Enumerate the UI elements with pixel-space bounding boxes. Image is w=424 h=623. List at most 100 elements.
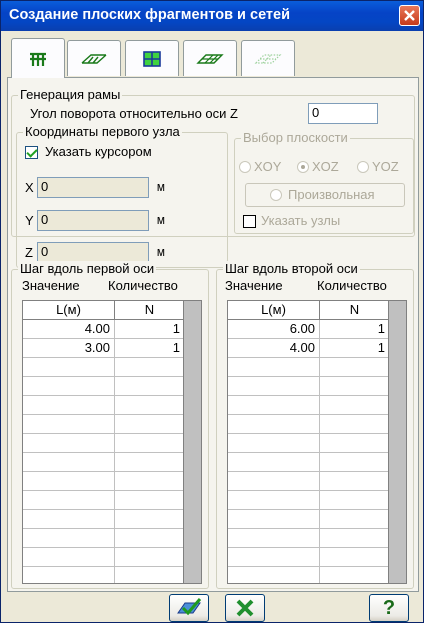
table-row[interactable]: 3.00 1 xyxy=(23,339,185,358)
arbitrary-radio[interactable] xyxy=(270,189,282,201)
axis2-cell-l[interactable] xyxy=(228,453,320,472)
table-row[interactable] xyxy=(228,396,390,415)
axis1-cell-l[interactable] xyxy=(23,472,115,491)
table-row[interactable] xyxy=(228,529,390,548)
table-row[interactable] xyxy=(228,434,390,453)
radio-xoz[interactable] xyxy=(297,161,309,173)
axis1-cell-l[interactable] xyxy=(23,434,115,453)
axis1-cell-l[interactable] xyxy=(23,453,115,472)
axis2-cell-l[interactable] xyxy=(228,396,320,415)
table-row[interactable] xyxy=(23,415,185,434)
axis2-cell-n[interactable] xyxy=(320,377,390,396)
table-row[interactable] xyxy=(23,453,185,472)
table-row[interactable] xyxy=(23,567,185,583)
axis1-cell-n[interactable] xyxy=(115,434,185,453)
axis2-cell-n[interactable] xyxy=(320,548,390,567)
axis2-cell-n[interactable] xyxy=(320,415,390,434)
tab-plate-mesh[interactable] xyxy=(183,40,237,76)
axis1-cell-l[interactable] xyxy=(23,548,115,567)
axis1-cell-l[interactable] xyxy=(23,396,115,415)
table-row[interactable] xyxy=(228,415,390,434)
axis2-cell-n[interactable]: 1 xyxy=(320,339,390,358)
axis2-cell-n[interactable] xyxy=(320,434,390,453)
axis1-cell-n[interactable] xyxy=(115,415,185,434)
axis2-scrollbar[interactable] xyxy=(388,301,406,583)
axis2-cell-n[interactable] xyxy=(320,453,390,472)
axis2-cell-n[interactable] xyxy=(320,510,390,529)
table-row[interactable] xyxy=(23,472,185,491)
axis2-col-n[interactable]: N xyxy=(320,301,390,320)
axis2-cell-l[interactable] xyxy=(228,358,320,377)
arbitrary-button[interactable]: Произвольная xyxy=(245,183,405,207)
cursor-checkbox[interactable] xyxy=(25,146,38,159)
table-row[interactable] xyxy=(23,434,185,453)
axis1-cell-n[interactable] xyxy=(115,491,185,510)
close-button[interactable] xyxy=(399,5,420,26)
axis1-cell-n[interactable]: 1 xyxy=(115,339,185,358)
axis2-cell-n[interactable] xyxy=(320,396,390,415)
axis2-cell-n[interactable] xyxy=(320,491,390,510)
axis1-cell-n[interactable] xyxy=(115,567,185,583)
axis1-cell-l[interactable] xyxy=(23,529,115,548)
axis1-cell-n[interactable] xyxy=(115,377,185,396)
table-row[interactable] xyxy=(23,377,185,396)
axis1-cell-l[interactable] xyxy=(23,567,115,583)
table-row[interactable] xyxy=(23,358,185,377)
axis1-cell-l[interactable] xyxy=(23,491,115,510)
x-field[interactable]: 0 xyxy=(37,177,149,198)
help-button[interactable]: ? xyxy=(369,594,409,622)
axis2-cell-l[interactable] xyxy=(228,377,320,396)
cancel-button[interactable] xyxy=(225,594,265,622)
axis1-cell-l[interactable] xyxy=(23,358,115,377)
apply-button[interactable] xyxy=(169,594,209,622)
radio-xoy[interactable] xyxy=(239,161,251,173)
axis2-col-l[interactable]: L(м) xyxy=(228,301,320,320)
tab-dotted-mesh[interactable] xyxy=(241,40,295,76)
axis1-grid[interactable]: L(м) N 4.00 1 3.00 1 xyxy=(22,300,202,584)
axis2-cell-l[interactable] xyxy=(228,415,320,434)
axis1-cell-l[interactable]: 3.00 xyxy=(23,339,115,358)
y-field[interactable]: 0 xyxy=(37,210,149,231)
axis2-cell-l[interactable] xyxy=(228,510,320,529)
table-row[interactable]: 6.00 1 xyxy=(228,320,390,339)
table-row[interactable] xyxy=(228,567,390,583)
table-row[interactable]: 4.00 1 xyxy=(228,339,390,358)
axis1-cell-n[interactable] xyxy=(115,548,185,567)
table-row[interactable] xyxy=(228,491,390,510)
axis2-cell-l[interactable] xyxy=(228,567,320,583)
axis2-cell-l[interactable]: 6.00 xyxy=(228,320,320,339)
z-field[interactable]: 0 xyxy=(37,242,149,263)
axis1-cell-l[interactable] xyxy=(23,377,115,396)
axis2-cell-n[interactable] xyxy=(320,529,390,548)
table-row[interactable] xyxy=(23,529,185,548)
table-row[interactable] xyxy=(228,472,390,491)
axis1-cell-n[interactable] xyxy=(115,472,185,491)
table-row[interactable]: 4.00 1 xyxy=(23,320,185,339)
table-row[interactable] xyxy=(23,396,185,415)
table-row[interactable] xyxy=(228,510,390,529)
tab-frame-grid[interactable] xyxy=(11,38,65,78)
axis1-cell-n[interactable] xyxy=(115,510,185,529)
axis2-cell-n[interactable]: 1 xyxy=(320,320,390,339)
tab-hatched-frame[interactable] xyxy=(67,40,121,76)
radio-yoz[interactable] xyxy=(357,161,369,173)
axis2-cell-l[interactable] xyxy=(228,472,320,491)
table-row[interactable] xyxy=(23,548,185,567)
title-bar[interactable]: Создание плоских фрагментов и сетей xyxy=(1,1,423,31)
axis2-cell-n[interactable] xyxy=(320,567,390,583)
table-row[interactable] xyxy=(228,548,390,567)
axis2-cell-n[interactable] xyxy=(320,358,390,377)
tab-green-grid[interactable] xyxy=(125,40,179,76)
table-row[interactable] xyxy=(228,358,390,377)
table-row[interactable] xyxy=(23,510,185,529)
axis2-grid[interactable]: L(м) N 6.00 1 4.00 1 xyxy=(227,300,407,584)
axis2-cell-l[interactable] xyxy=(228,491,320,510)
axis1-cell-l[interactable] xyxy=(23,415,115,434)
table-row[interactable] xyxy=(228,453,390,472)
axis1-col-n[interactable]: N xyxy=(115,301,185,320)
axis2-cell-l[interactable] xyxy=(228,529,320,548)
table-row[interactable] xyxy=(23,491,185,510)
axis1-cell-n[interactable]: 1 xyxy=(115,320,185,339)
specify-nodes-checkbox[interactable] xyxy=(243,215,256,228)
axis2-cell-l[interactable] xyxy=(228,548,320,567)
